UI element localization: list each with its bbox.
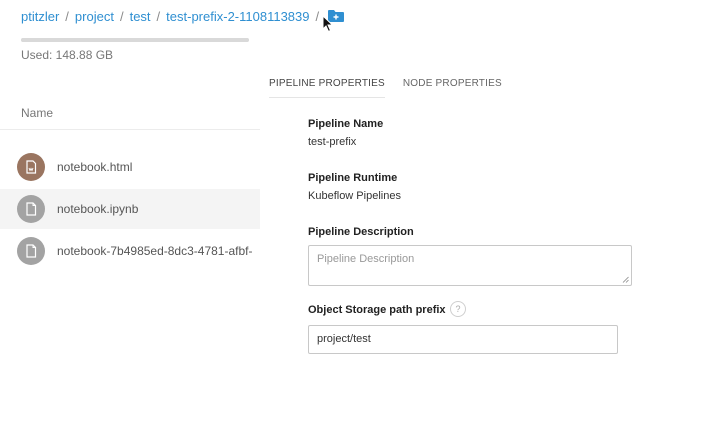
file-row-notebook-html[interactable]: notebook.html bbox=[0, 147, 260, 187]
mouse-cursor-icon bbox=[322, 15, 334, 33]
breadcrumb-separator: / bbox=[315, 8, 320, 24]
pipeline-runtime-value: Kubeflow Pipelines bbox=[308, 190, 401, 202]
pipeline-description-label: Pipeline Description bbox=[308, 226, 414, 238]
breadcrumb-item-project[interactable]: project bbox=[75, 9, 114, 24]
storage-usage-bar bbox=[21, 38, 249, 42]
file-name: notebook.html bbox=[57, 160, 133, 174]
file-list-header[interactable]: Name bbox=[0, 96, 260, 130]
breadcrumb: ptitzler / project / test / test-prefix-… bbox=[21, 6, 345, 26]
file-name: notebook.ipynb bbox=[57, 202, 139, 216]
storage-prefix-label: Object Storage path prefix bbox=[308, 304, 446, 316]
pipeline-description-textarea[interactable]: Pipeline Description bbox=[308, 245, 632, 286]
file-row-notebook-export[interactable]: notebook-7b4985ed-8dc3-4781-afbf- bbox=[0, 231, 260, 271]
properties-tabs: PIPELINE PROPERTIES NODE PROPERTIES bbox=[269, 78, 520, 98]
help-icon[interactable]: ? bbox=[450, 301, 466, 317]
breadcrumb-item-current-folder[interactable]: test-prefix-2-1108113839 bbox=[166, 9, 309, 24]
storage-used-label: Used: 148.88 GB bbox=[21, 48, 114, 62]
tab-node-properties[interactable]: NODE PROPERTIES bbox=[403, 78, 502, 98]
storage-prefix-input[interactable]: project/test bbox=[308, 325, 618, 354]
breadcrumb-item-test[interactable]: test bbox=[130, 9, 151, 24]
pipeline-name-label: Pipeline Name bbox=[308, 118, 384, 130]
file-name: notebook-7b4985ed-8dc3-4781-afbf- bbox=[57, 244, 253, 258]
description-placeholder: Pipeline Description bbox=[317, 253, 415, 265]
file-row-notebook-ipynb[interactable]: notebook.ipynb bbox=[0, 189, 260, 229]
storage-prefix-value: project/test bbox=[317, 333, 371, 345]
file-icon bbox=[17, 237, 45, 265]
breadcrumb-separator: / bbox=[119, 8, 124, 24]
pipeline-runtime-label: Pipeline Runtime bbox=[308, 172, 398, 184]
breadcrumb-separator: / bbox=[65, 8, 69, 24]
html-file-icon bbox=[17, 153, 45, 181]
name-column-header[interactable]: Name bbox=[21, 106, 53, 120]
breadcrumb-item-ptitzler[interactable]: ptitzler bbox=[21, 9, 59, 24]
pipeline-name-value: test-prefix bbox=[308, 136, 357, 148]
file-icon bbox=[17, 195, 45, 223]
breadcrumb-separator: / bbox=[156, 8, 161, 24]
tab-pipeline-properties[interactable]: PIPELINE PROPERTIES bbox=[269, 78, 385, 98]
resize-handle-icon[interactable] bbox=[622, 276, 629, 283]
